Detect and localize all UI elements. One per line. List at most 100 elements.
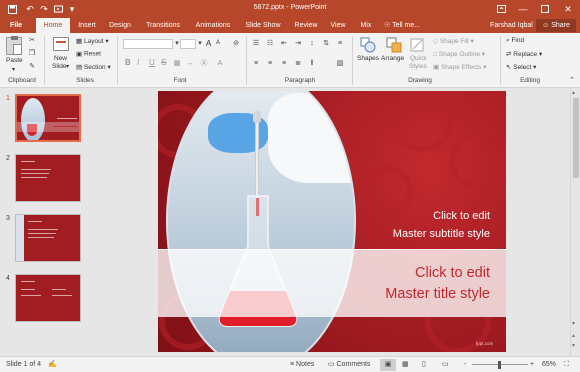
shape-fill-dropdown-icon: ▾	[470, 38, 474, 45]
arrange-icon[interactable]	[386, 37, 402, 53]
paste-icon[interactable]	[6, 36, 22, 55]
clear-formatting-icon[interactable]: ⊘	[232, 40, 240, 48]
shape-effects-button[interactable]: ▣ Shape Effects ▾	[433, 63, 486, 71]
title-placeholder[interactable]: Click to edit Master title style	[308, 263, 490, 305]
new-slide-dropdown-icon[interactable]: ▾	[66, 63, 69, 70]
change-case-icon[interactable]: Ⓐ	[200, 60, 208, 68]
tab-design[interactable]: Design	[106, 18, 134, 33]
smartart-icon[interactable]: ▧	[336, 60, 344, 68]
decrease-indent-icon[interactable]: ⇤	[280, 40, 288, 48]
new-slide-label-2[interactable]: Slide	[52, 63, 66, 70]
notes-button[interactable]: ≡ Notes	[290, 357, 314, 372]
comments-button[interactable]: ▭ Comments	[328, 357, 370, 372]
paste-dropdown-icon[interactable]: ▾	[12, 66, 15, 73]
quick-styles-icon[interactable]	[410, 37, 426, 53]
arrange-label[interactable]: Arrange	[381, 55, 404, 62]
vertical-scrollbar[interactable]: ▴ ▾ ▴ ▾	[570, 88, 580, 356]
tab-animations[interactable]: Animations	[192, 18, 234, 33]
scroll-down-icon[interactable]: ▾	[572, 320, 575, 327]
normal-view-icon[interactable]: ▣	[380, 359, 396, 371]
tab-view[interactable]: View	[326, 18, 350, 33]
slide-thumbnail-4[interactable]	[15, 274, 81, 322]
cut-icon[interactable]: ✂	[28, 37, 36, 45]
reset-button[interactable]: ▣ Reset	[76, 50, 101, 58]
tell-me-box[interactable]: ☉ Tell me...	[384, 18, 420, 33]
previous-slide-icon[interactable]: ▴	[572, 332, 575, 339]
underline-icon[interactable]: U	[149, 58, 155, 67]
align-left-icon[interactable]: ≡	[252, 60, 260, 68]
columns-icon[interactable]: ‖	[308, 60, 316, 68]
scroll-up-icon[interactable]: ▴	[572, 89, 575, 96]
slide-show-icon[interactable]: ▭	[442, 357, 449, 372]
copy-icon[interactable]: ❐	[28, 50, 36, 58]
tab-file[interactable]: File	[4, 18, 28, 33]
tab-insert[interactable]: Insert	[74, 18, 100, 33]
find-button[interactable]: ⌕ Find	[506, 37, 524, 45]
bold-icon[interactable]: B	[125, 58, 131, 67]
separator	[246, 36, 247, 85]
spell-check-icon[interactable]: ✍	[48, 357, 57, 372]
shape-outline-button[interactable]: □ Shape Outline ▾	[433, 50, 485, 58]
shape-effects-label: Shape Effects	[440, 64, 482, 71]
slide-canvas[interactable]: Click to edit Master subtitle style Clic…	[158, 91, 506, 352]
shapes-icon[interactable]	[360, 37, 376, 53]
slide-thumbnail-3[interactable]	[15, 214, 81, 262]
close-icon[interactable]: ✕	[557, 0, 579, 18]
font-size-dropdown-icon[interactable]: ▾	[196, 40, 204, 48]
align-right-icon[interactable]: ≡	[280, 60, 288, 68]
tab-review[interactable]: Review	[290, 18, 322, 33]
italic-icon[interactable]: I	[137, 58, 139, 67]
share-button[interactable]: ☺ Share	[536, 19, 576, 32]
new-slide-label-1[interactable]: New	[54, 55, 67, 62]
ribbon-display-options-icon[interactable]	[490, 0, 512, 18]
shadow-icon[interactable]: ▩	[173, 60, 181, 68]
section-button[interactable]: ▤ Section ▾	[76, 63, 111, 71]
zoom-slider-thumb[interactable]	[498, 361, 501, 369]
increase-indent-icon[interactable]: ⇥	[294, 40, 302, 48]
zoom-out-button[interactable]: -	[464, 357, 466, 372]
scroll-thumb[interactable]	[573, 98, 579, 178]
minimize-icon[interactable]: —	[512, 0, 534, 18]
character-spacing-icon[interactable]: ↔	[186, 60, 194, 68]
subtitle-placeholder[interactable]: Click to edit Master subtitle style	[330, 207, 490, 243]
slide-thumbnail-1[interactable]	[15, 94, 81, 142]
title-line-2: Master title style	[385, 286, 490, 302]
font-size-input[interactable]	[180, 39, 196, 49]
tab-transitions[interactable]: Transitions	[142, 18, 184, 33]
align-text-icon[interactable]: ≡	[336, 40, 344, 48]
quick-styles-label-1[interactable]: Quick	[410, 55, 427, 62]
font-name-input[interactable]	[123, 39, 173, 49]
slide-thumbnail-2[interactable]	[15, 154, 81, 202]
tab-slide-show[interactable]: Slide Show	[242, 18, 284, 33]
user-name[interactable]: Farshad Iqbal	[490, 18, 533, 33]
fit-slide-icon[interactable]: ⛶	[564, 357, 569, 372]
new-slide-icon[interactable]	[53, 37, 69, 51]
paste-label[interactable]: Paste	[6, 57, 23, 64]
zoom-in-button[interactable]: +	[530, 357, 534, 372]
numbering-icon[interactable]: ☷	[266, 40, 274, 48]
font-color-icon[interactable]: A	[216, 60, 224, 68]
grow-font-icon[interactable]: A	[206, 39, 211, 48]
bullets-icon[interactable]: ☰	[252, 40, 260, 48]
select-button[interactable]: ↖ Select ▾	[506, 63, 536, 71]
reading-view-icon[interactable]: ▯	[422, 357, 426, 372]
replace-button[interactable]: ⇄ Replace ▾	[506, 50, 542, 58]
zoom-level[interactable]: 65%	[542, 357, 556, 372]
quick-styles-label-2[interactable]: Styles	[409, 63, 427, 70]
strikethrough-icon[interactable]: S	[161, 58, 166, 67]
center-icon[interactable]: ≡	[266, 60, 274, 68]
text-direction-icon[interactable]: ⇅	[322, 40, 330, 48]
collapse-ribbon-icon[interactable]: ⌃	[568, 77, 576, 85]
justify-icon[interactable]: ≣	[294, 60, 302, 68]
next-slide-icon[interactable]: ▾	[572, 342, 575, 349]
shape-fill-button[interactable]: ◇ Shape Fill ▾	[433, 37, 474, 45]
slide-sorter-icon[interactable]: ▦	[402, 357, 409, 372]
line-spacing-icon[interactable]: ↕	[308, 40, 316, 48]
shapes-label[interactable]: Shapes	[357, 55, 379, 62]
format-painter-icon[interactable]: ✎	[28, 63, 36, 71]
tab-mix[interactable]: Mix	[356, 18, 376, 33]
maximize-icon[interactable]	[534, 0, 556, 18]
layout-button[interactable]: ▦ Layout ▾	[76, 37, 109, 45]
tab-home[interactable]: Home	[36, 18, 70, 33]
shrink-font-icon[interactable]: A	[216, 40, 220, 46]
